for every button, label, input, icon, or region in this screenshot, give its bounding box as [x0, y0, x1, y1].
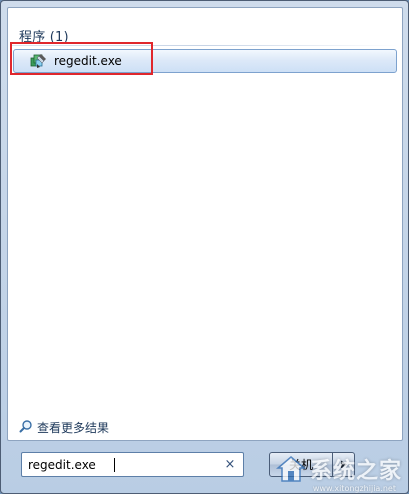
shutdown-button[interactable]: 关机 [269, 452, 333, 477]
see-more-results-link[interactable]: 查看更多结果 [19, 418, 109, 437]
regedit-icon [30, 52, 48, 70]
watermark-url: www.xitongzhijia.net [312, 484, 396, 493]
text-caret [114, 458, 115, 472]
section-divider [12, 45, 398, 46]
search-input[interactable] [22, 454, 221, 475]
result-item-regedit[interactable]: regedit.exe [13, 49, 397, 73]
power-button-group: 关机 [269, 452, 355, 477]
result-label: regedit.exe [54, 54, 122, 68]
chevron-right-icon [340, 460, 347, 469]
search-box[interactable]: × [21, 452, 244, 477]
programs-section-header: 程序 (1) [19, 30, 69, 45]
start-menu-search-panel: 程序 (1) regedit.exe 查看更多结果 regedit.exe × … [0, 0, 409, 494]
search-results-pane: 程序 (1) regedit.exe 查看更多结果 [7, 7, 403, 441]
magnifier-icon [19, 418, 33, 437]
clear-search-button[interactable]: × [221, 456, 239, 474]
see-more-results-label: 查看更多结果 [37, 421, 110, 435]
shutdown-options-arrow[interactable] [333, 452, 355, 477]
